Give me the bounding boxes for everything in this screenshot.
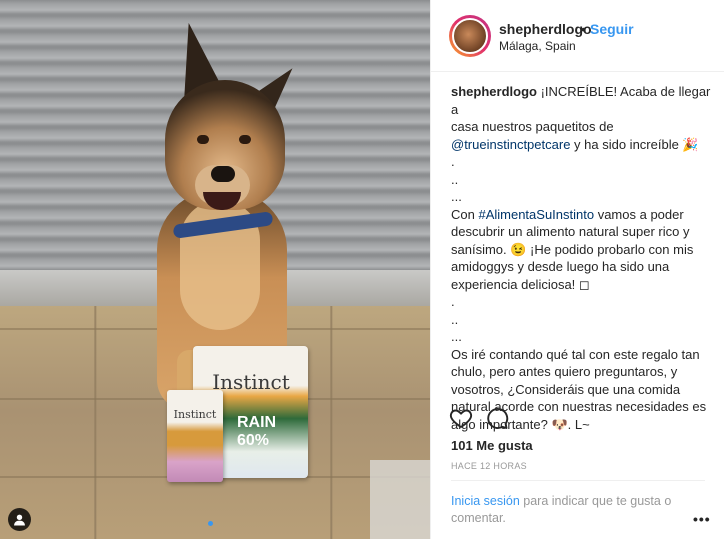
- post-photo[interactable]: Instinct RAIN 60% Instinct: [0, 0, 430, 539]
- dog-nose: [211, 166, 235, 182]
- caption-text: vamos a poder: [594, 206, 684, 222]
- login-prompt: Inicia sesión para indicar que te gusta …: [451, 493, 691, 527]
- heart-icon[interactable]: [449, 406, 473, 430]
- caption-line: experiencia deliciosa! ◻: [451, 276, 590, 292]
- caption-line: ..: [451, 311, 459, 327]
- likes-count[interactable]: 101 Me gusta: [451, 438, 533, 453]
- location-link[interactable]: Málaga, Spain: [499, 39, 576, 53]
- caption-line: casa nuestros paquetitos de: [451, 119, 614, 134]
- comment-icon[interactable]: [485, 406, 509, 430]
- divider: [451, 480, 705, 481]
- post-timestamp[interactable]: HACE 12 HORAS: [451, 461, 527, 471]
- header-username[interactable]: shepherdlogo: [499, 21, 592, 37]
- caption-line: shepherdlogo ¡INCREÍBLE! Acaba de llegar…: [451, 83, 711, 118]
- post-side-panel: shepherdlogo • Seguir Málaga, Spain shep…: [430, 0, 724, 539]
- caption-username[interactable]: shepherdlogo: [451, 84, 537, 99]
- user-tag-icon: [14, 514, 25, 526]
- dog-eye: [239, 135, 251, 144]
- more-options-icon[interactable]: •••: [693, 511, 711, 527]
- carousel-indicator: [208, 521, 213, 526]
- hashtag-link[interactable]: #AlimentaSuInstinto: [478, 207, 594, 222]
- post-caption: shepherdlogo ¡INCREÍBLE! Acaba de llegar…: [451, 83, 711, 433]
- caption-line: vosotros, ¿Consideráis que una comida: [451, 381, 681, 397]
- caption-line: chulo, pero antes quiero preguntaros, y: [451, 364, 678, 379]
- post-header: shepherdlogo • Seguir Málaga, Spain: [431, 0, 724, 72]
- caption-line: Con #AlimentaSuInstinto vamos a poder: [451, 206, 711, 224]
- post-actions: [431, 400, 724, 436]
- caption-line: ...: [451, 189, 462, 204]
- caption-line: Os iré contando qué tal con este regalo …: [451, 346, 700, 362]
- pouch-brand: Instinct: [173, 408, 217, 421]
- mention-link[interactable]: @trueinstinctpetcare: [451, 137, 570, 152]
- login-link[interactable]: Inicia sesión: [451, 494, 520, 508]
- caption-line: ..: [451, 171, 459, 187]
- user-tag-button[interactable]: [8, 508, 31, 531]
- follow-button[interactable]: Seguir: [590, 21, 634, 37]
- caption-line: amidoggys y desde luego ha sido una: [451, 259, 670, 274]
- package-tag: RAIN 60%: [237, 414, 277, 449]
- caption-line: ...: [451, 329, 462, 344]
- caption-line: @trueinstinctpetcare y ha sido increíble…: [451, 136, 711, 154]
- caption-text: y ha sido increíble 🎉: [570, 136, 699, 152]
- caption-line: .: [451, 154, 455, 169]
- avatar[interactable]: [452, 18, 488, 54]
- caption-line: descubrir un alimento natural super rico…: [451, 224, 690, 239]
- caption-line: sanísimo. 😉 ¡He podido probarlo con mis: [451, 241, 694, 257]
- caption-text: Con: [451, 206, 479, 222]
- header-separator: •: [581, 21, 586, 37]
- food-pouch: Instinct: [167, 390, 223, 482]
- caption-line: .: [451, 294, 455, 309]
- floor-white-tile: [370, 460, 430, 539]
- dog-eye: [197, 135, 209, 144]
